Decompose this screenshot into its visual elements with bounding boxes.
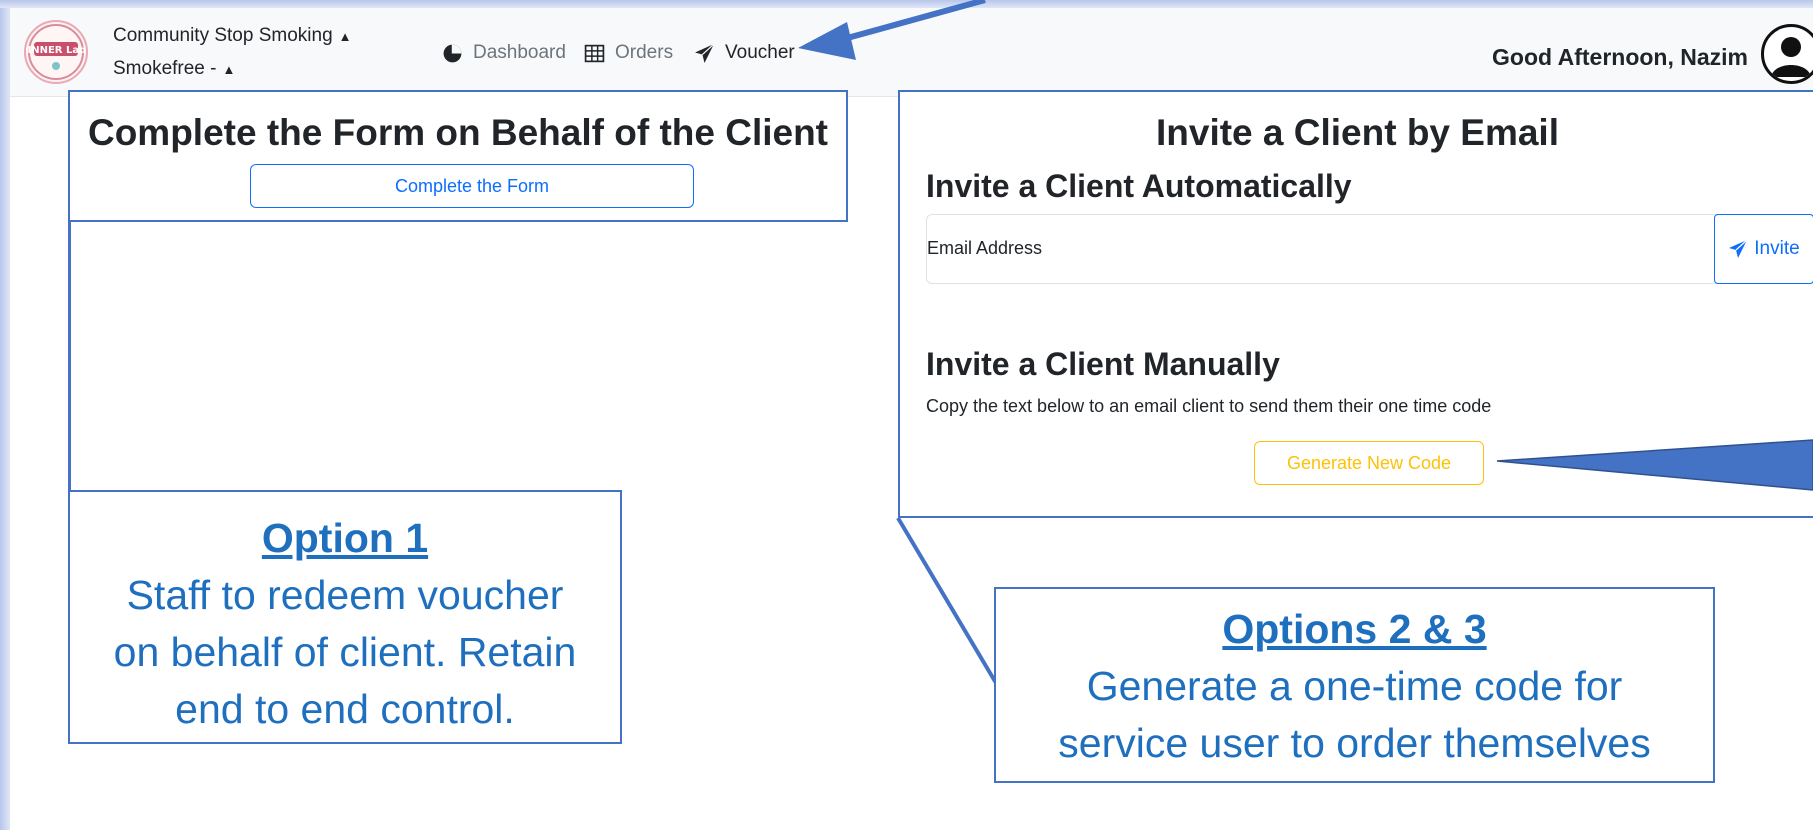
options-2-3-text-line: Generate a one-time code for — [1086, 663, 1623, 709]
option-1-text-line: end to end control. — [175, 686, 515, 732]
option-1-text-line: on behalf of client. Retain — [113, 629, 577, 675]
callout-pointer-wedge — [1496, 439, 1813, 491]
option-1-title: Option 1 — [261, 515, 429, 561]
annotation-arrow-head — [798, 22, 856, 60]
option-1-callout: Option 1 Staff to redeem voucher on beha… — [68, 490, 622, 744]
annotation-arrow-shaft — [839, 0, 986, 43]
callout-connector-line — [896, 516, 998, 685]
options-2-3-text-line: service user to order themselves — [1058, 720, 1651, 766]
option-1-text-line: Staff to redeem voucher — [126, 572, 564, 618]
options-2-3-callout: Options 2 & 3 Generate a one-time code f… — [994, 587, 1715, 783]
options-2-3-title: Options 2 & 3 — [1222, 606, 1487, 652]
